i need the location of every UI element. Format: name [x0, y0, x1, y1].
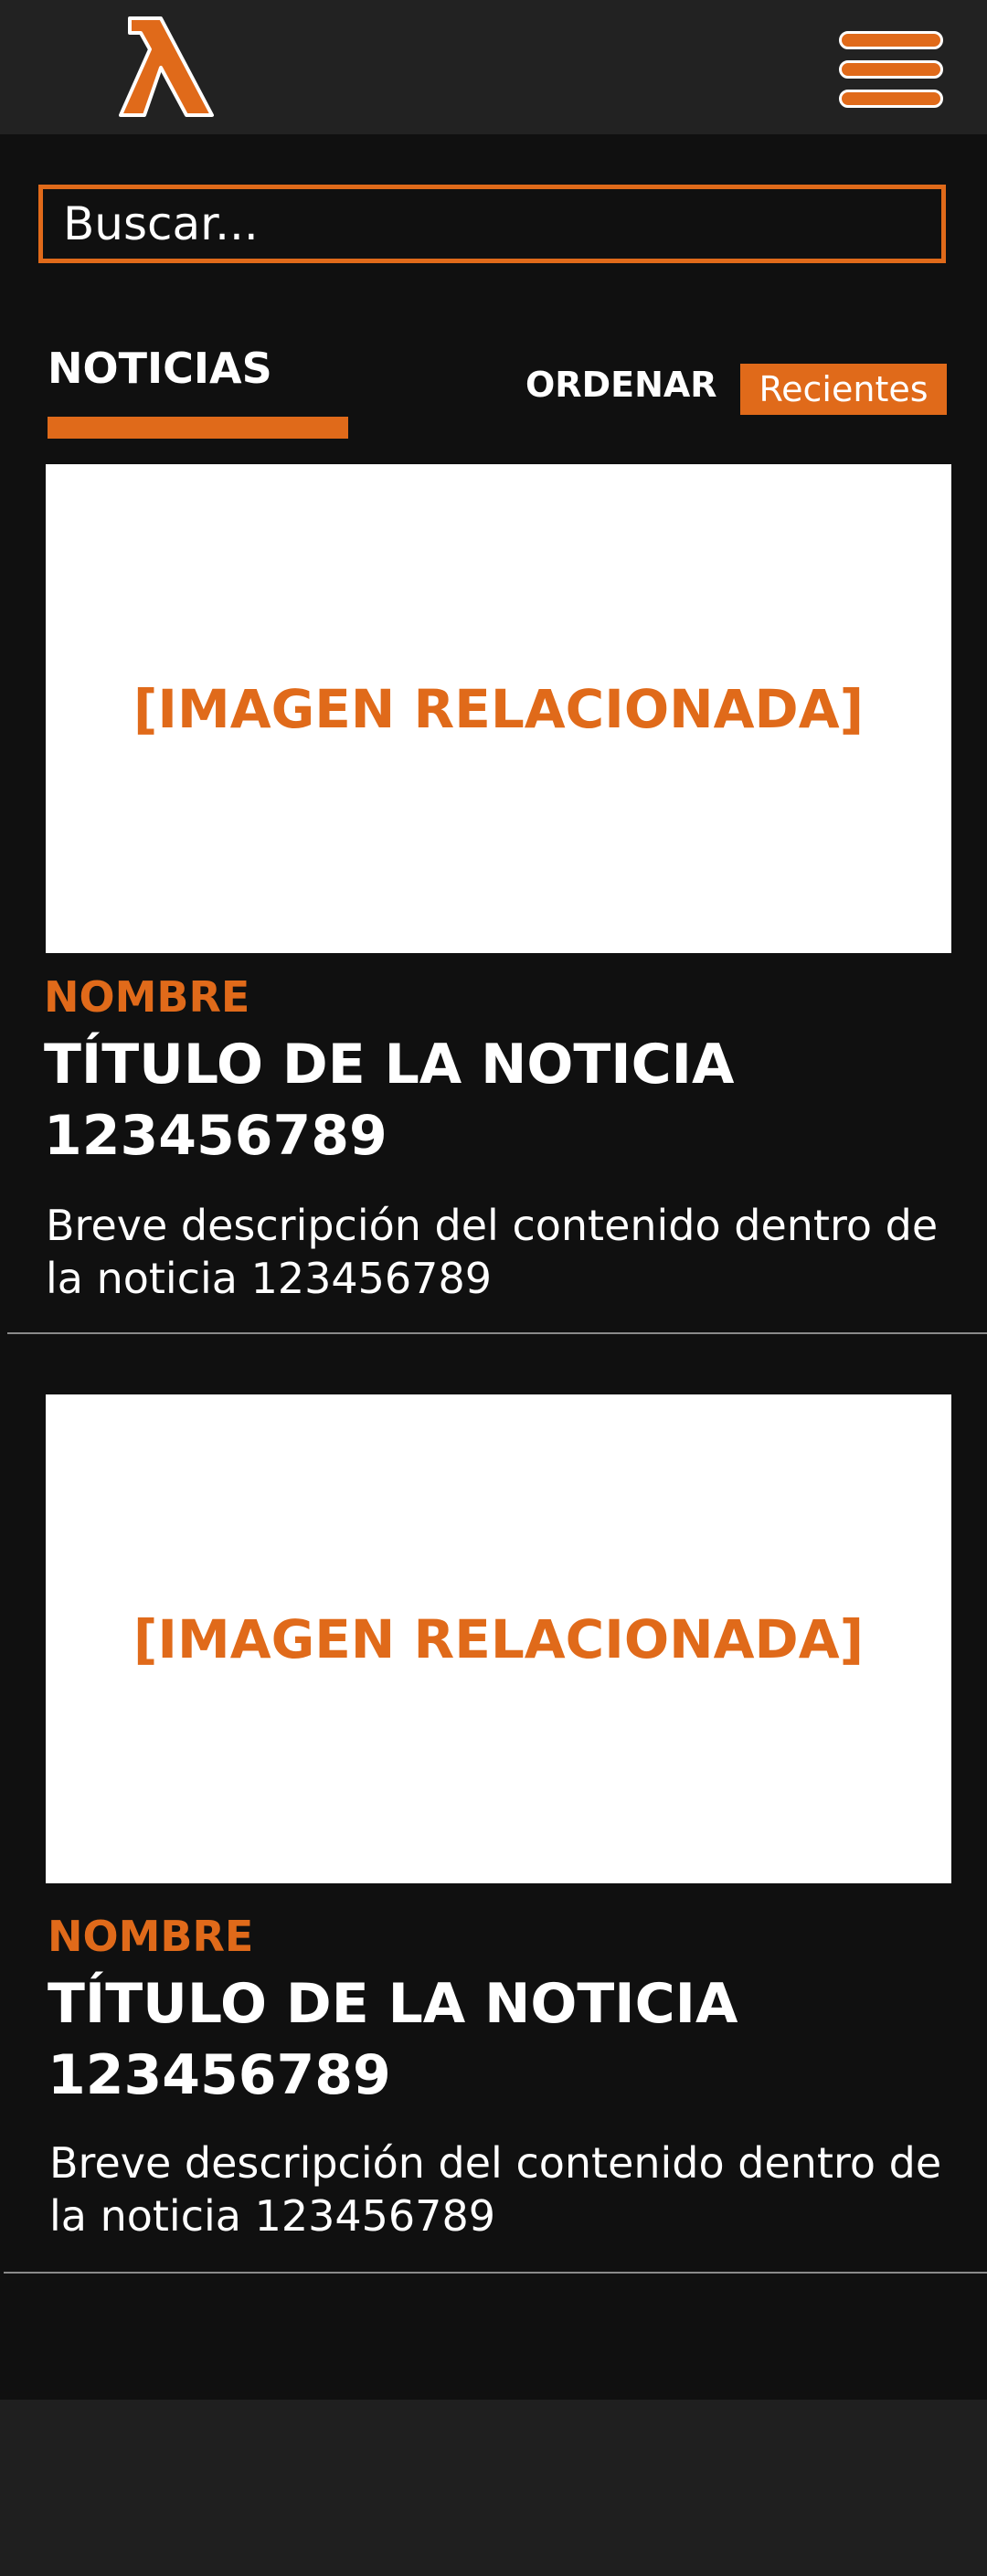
- hamburger-menu-icon[interactable]: [839, 27, 947, 113]
- news-divider: [4, 2272, 987, 2274]
- sort-select[interactable]: Recientes: [740, 364, 947, 415]
- news-category: NOMBRE: [44, 972, 250, 1022]
- news-image-placeholder[interactable]: [IMAGEN RELACIONADA]: [46, 1394, 951, 1883]
- tab-noticias[interactable]: NOTICIAS: [48, 347, 272, 389]
- news-description: Breve descripción del contenido dentro d…: [46, 1201, 939, 1303]
- news-description: Breve descripción del contenido dentro d…: [49, 2138, 942, 2241]
- search-input[interactable]: [43, 189, 941, 259]
- search-field: [38, 185, 946, 263]
- news-image-placeholder[interactable]: [IMAGEN RELACIONADA]: [46, 464, 951, 953]
- news-title[interactable]: TÍTULO DE LA NOTICIA 123456789: [44, 1029, 958, 1171]
- news-category: NOMBRE: [48, 1912, 254, 1961]
- app-header: [0, 0, 987, 134]
- news-divider: [7, 1332, 987, 1334]
- active-tab-indicator: [48, 417, 348, 439]
- news-title[interactable]: TÍTULO DE LA NOTICIA 123456789: [48, 1968, 961, 2111]
- lambda-logo-icon[interactable]: [117, 16, 216, 119]
- page-footer: [0, 2400, 987, 2576]
- sort-label: ORDENAR: [525, 365, 717, 405]
